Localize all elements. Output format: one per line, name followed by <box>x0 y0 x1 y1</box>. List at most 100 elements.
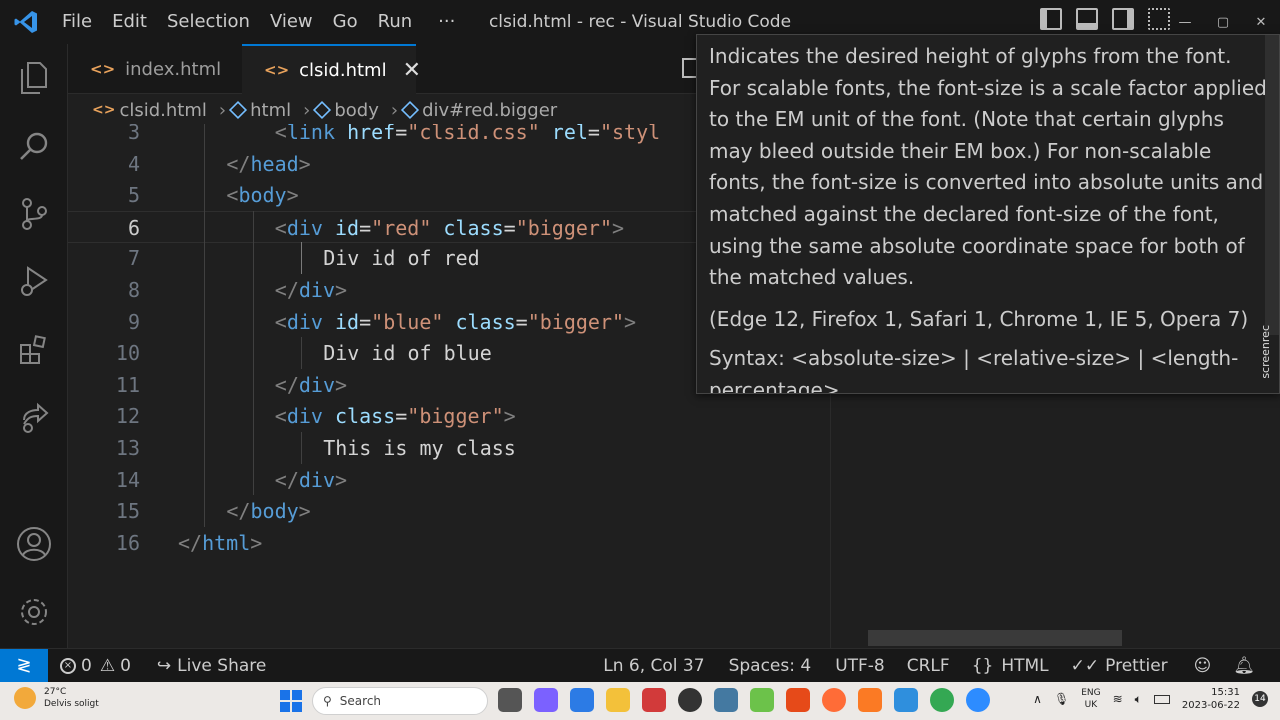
line-code: </div> <box>274 372 348 397</box>
wifi-icon[interactable]: ≋ <box>1113 692 1123 706</box>
menu-selection[interactable]: Selection <box>157 0 260 44</box>
search-icon: ⚲ <box>323 694 332 708</box>
extensions-icon[interactable] <box>0 316 68 384</box>
xampp-icon[interactable] <box>858 688 882 712</box>
feedback-icon[interactable]: ☺ <box>1185 656 1221 676</box>
battery-icon[interactable] <box>1153 694 1170 704</box>
breadcrumb-file[interactable]: clsid.html <box>119 100 206 121</box>
sourcetree-icon[interactable] <box>750 688 774 712</box>
remote-indicator-icon[interactable]: ≷ <box>0 648 48 683</box>
tab-index-html[interactable]: <> index.html <box>68 44 242 94</box>
menu-more[interactable]: ··· <box>428 0 465 44</box>
horizontal-scrollbar[interactable] <box>868 630 1122 646</box>
encoding[interactable]: UTF-8 <box>826 656 894 676</box>
chat-icon[interactable] <box>534 688 558 712</box>
code-line-5[interactable]: 5 <body> <box>68 179 748 211</box>
line-code: </head> <box>226 151 311 176</box>
live-share-icon[interactable] <box>0 384 68 452</box>
code-line-10[interactable]: 10 Div id of blue <box>68 337 748 369</box>
symbol-element-icon <box>401 100 420 120</box>
code-line-7[interactable]: 7 Div id of red <box>68 242 748 274</box>
hover-scrollbar[interactable] <box>1265 35 1279 335</box>
line-code: <body> <box>226 183 299 208</box>
menu-run[interactable]: Run <box>368 0 423 44</box>
toggle-panel-icon[interactable] <box>1076 8 1098 30</box>
code-line-3[interactable]: 3 <link href="clsid.css" rel="styl <box>68 124 748 148</box>
mysql-icon[interactable] <box>714 688 738 712</box>
prettier-status[interactable]: ✓✓ Prettier <box>1062 656 1177 676</box>
task-view-icon[interactable] <box>498 688 522 712</box>
line-number: 13 <box>115 436 140 460</box>
notepad-icon[interactable] <box>570 688 594 712</box>
microphone-icon[interactable]: 🎙︎ <box>1054 692 1069 706</box>
tab-clsid-html[interactable]: <> clsid.html ✕ <box>242 44 421 94</box>
code-line-9[interactable]: 9 <div id="blue" class="bigger"> <box>68 306 748 338</box>
breadcrumb-html[interactable]: html <box>250 100 291 121</box>
notifications-bell-icon[interactable]: 🔔︎ <box>1224 656 1264 676</box>
live-share-button[interactable]: ↪ Live Share <box>148 656 275 676</box>
code-line-4[interactable]: 4 </head> <box>68 148 748 180</box>
chevron-up-icon[interactable]: ∧ <box>1033 692 1042 706</box>
menu-edit[interactable]: Edit <box>102 0 157 44</box>
vscode-taskbar-icon[interactable] <box>894 688 918 712</box>
line-number: 15 <box>115 499 140 524</box>
line-code: Div id of blue <box>323 341 492 366</box>
indent-guide <box>301 337 302 369</box>
code-line-12[interactable]: 12 <div class="bigger"> <box>68 400 748 432</box>
hover-tooltip: Indicates the desired height of glyphs f… <box>696 34 1280 394</box>
menu-go[interactable]: Go <box>323 0 368 44</box>
code-line-14[interactable]: 14 </div> <box>68 464 748 496</box>
settings-gear-icon[interactable] <box>0 578 68 646</box>
code-line-13[interactable]: 13 This is my class <box>68 432 748 464</box>
language-mode[interactable]: {} HTML <box>963 656 1058 676</box>
language-label: HTML <box>1001 656 1049 676</box>
breadcrumb-div[interactable]: div#red.bigger <box>422 100 557 121</box>
hover-browser-support: (Edge 12, Firefox 1, Safari 1, Chrome 1,… <box>709 306 1249 331</box>
menu-file[interactable]: File <box>52 0 102 44</box>
code-line-8[interactable]: 8 </div> <box>68 274 748 306</box>
clock[interactable]: 15:31 2023-06-22 <box>1182 686 1240 712</box>
input-language[interactable]: ENG UK <box>1081 687 1100 711</box>
toggle-secondary-sidebar-icon[interactable] <box>1112 8 1134 30</box>
chevron-right-icon: › <box>218 99 227 121</box>
weather-widget[interactable]: 27°C Delvis soligt <box>14 686 99 710</box>
activity-bar <box>0 44 68 648</box>
close-tab-icon[interactable]: ✕ <box>403 58 421 83</box>
screen-recorder-icon[interactable] <box>642 688 666 712</box>
line-number: 12 <box>115 404 140 429</box>
end-of-line[interactable]: CRLF <box>898 656 959 676</box>
volume-icon[interactable]: 🔈︎ <box>1135 692 1142 707</box>
cursor-position[interactable]: Ln 6, Col 37 <box>594 656 713 676</box>
line-code: </html> <box>178 530 263 555</box>
run-debug-icon[interactable] <box>0 248 68 316</box>
code-line-15[interactable]: 15 </body> <box>68 495 748 527</box>
explorer-icon[interactable] <box>0 44 68 112</box>
wordpress-icon[interactable] <box>678 688 702 712</box>
code-line-16[interactable]: 16 </html> <box>68 527 748 559</box>
breadcrumb-body[interactable]: body <box>334 100 379 121</box>
accounts-icon[interactable] <box>0 510 68 578</box>
chrome-icon[interactable] <box>930 688 954 712</box>
code-line-6[interactable]: 6 <div id="red" class="bigger"> <box>68 210 748 243</box>
live-share-icon: ↪ <box>156 655 172 676</box>
zoom-icon[interactable] <box>966 688 990 712</box>
file-explorer-icon[interactable] <box>606 688 630 712</box>
layout-controls <box>1040 8 1170 30</box>
search-placeholder: Search <box>339 694 382 708</box>
indentation[interactable]: Spaces: 4 <box>720 656 821 676</box>
taskbar-search[interactable]: ⚲ Search <box>312 687 488 715</box>
problems-indicator[interactable]: × 0 ⚠ 0 <box>48 656 140 676</box>
windows-start-icon[interactable] <box>280 690 302 712</box>
postman-icon[interactable] <box>822 688 846 712</box>
code-line-11[interactable]: 11 </div> <box>68 369 748 401</box>
search-icon[interactable] <box>0 112 68 180</box>
notification-badge[interactable]: 14 <box>1252 691 1268 707</box>
menu-view[interactable]: View <box>260 0 323 44</box>
language-code: ENG <box>1081 688 1101 698</box>
source-control-icon[interactable] <box>0 180 68 248</box>
indent-guide <box>301 242 302 274</box>
office-icon[interactable] <box>786 688 810 712</box>
line-code: </div> <box>274 467 348 492</box>
line-number: 7 <box>127 246 140 271</box>
toggle-primary-sidebar-icon[interactable] <box>1040 8 1062 30</box>
